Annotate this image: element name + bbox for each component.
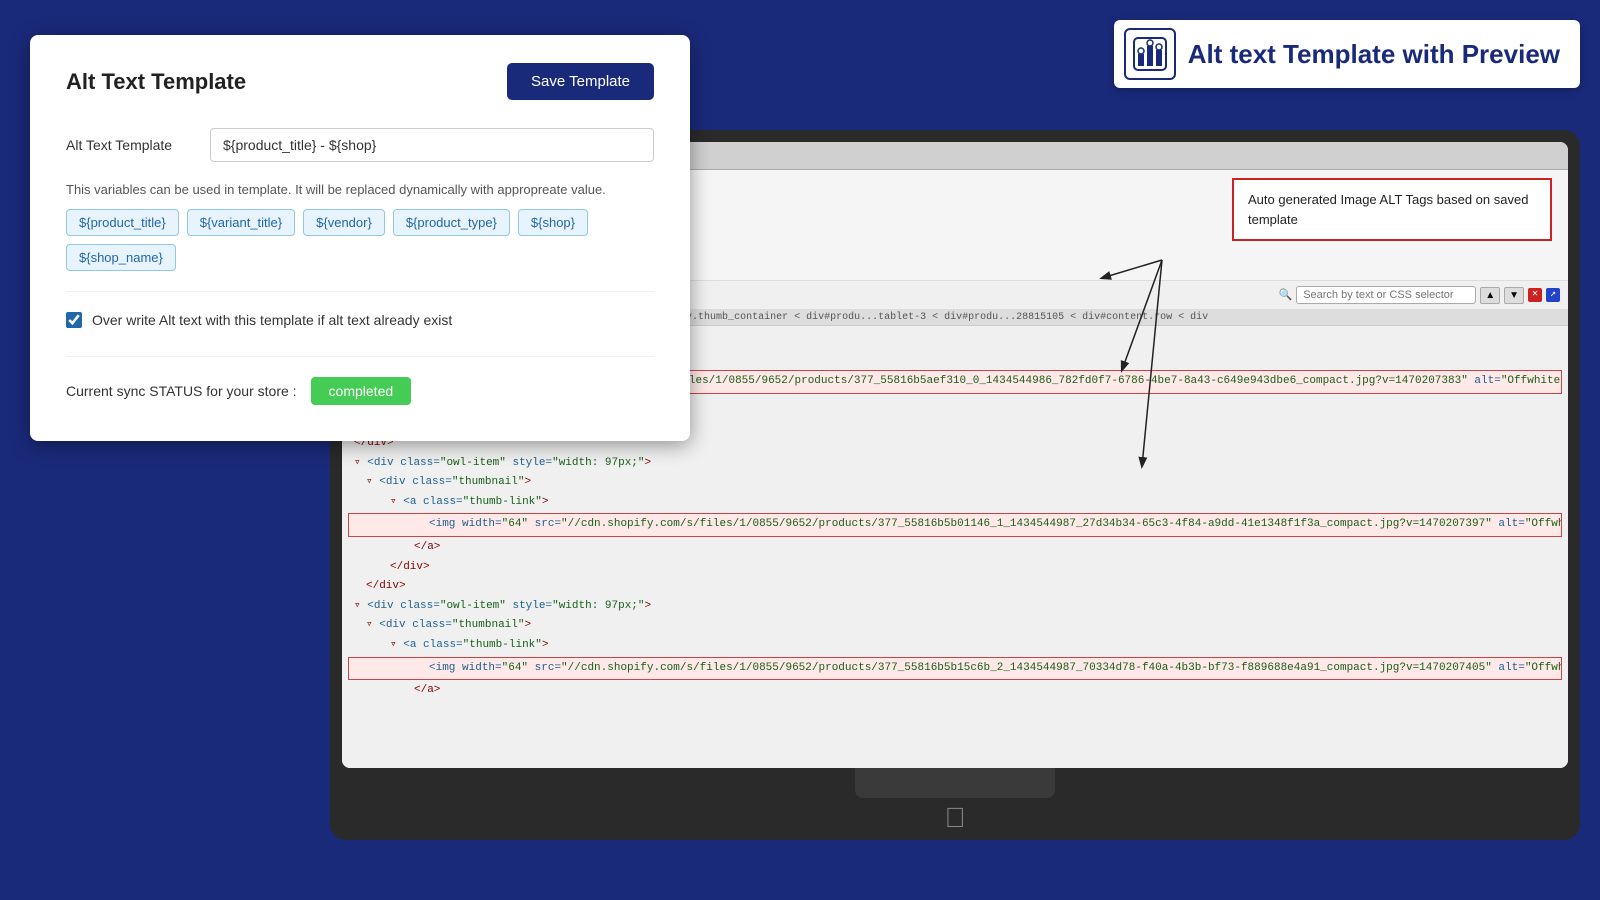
panel-title: Alt Text Template (66, 69, 246, 95)
header-bar: Alt text Template with Preview (1114, 20, 1580, 88)
code-line-7: ▿ <div class="thumbnail"> (342, 473, 1568, 493)
alt-text-field-label: Alt Text Template (66, 137, 196, 153)
code-line-11: </div> (342, 577, 1568, 597)
chart-icon (1132, 36, 1168, 72)
code-line-10: </div> (342, 558, 1568, 578)
code-line-8: ▿ <a class="thumb-link"> (342, 493, 1568, 513)
devtools-expand-icon[interactable]: ↗ (1546, 288, 1560, 302)
divider (66, 291, 654, 292)
callout-box: Auto generated Image ALT Tags based on s… (1232, 178, 1552, 241)
code-line-14: ▿ <a class="thumb-link"> (342, 636, 1568, 656)
header-title: Alt text Template with Preview (1188, 39, 1560, 70)
devtools-search-up[interactable]: ▲ (1480, 287, 1500, 304)
code-line-6: ▿ <div class="owl-item" style="width: 97… (342, 454, 1568, 474)
variables-section: This variables can be used in template. … (66, 182, 654, 271)
overwrite-checkbox[interactable] (66, 312, 82, 328)
app-icon-box (1124, 28, 1176, 80)
panel-header: Alt Text Template Save Template (66, 63, 654, 100)
panel-card: Alt Text Template Save Template Alt Text… (30, 35, 690, 441)
callout-text: Auto generated Image ALT Tags based on s… (1248, 192, 1528, 227)
apple-logo:  (342, 802, 1568, 834)
status-label: Current sync STATUS for your store : (66, 383, 297, 399)
variables-description: This variables can be used in template. … (66, 182, 654, 197)
devtools-search-down[interactable]: ▼ (1504, 287, 1524, 304)
devtools-search-input[interactable] (1296, 286, 1476, 304)
variable-tags-container: ${product_title} ${variant_title} ${vend… (66, 209, 654, 271)
code-line-9: </a> (342, 538, 1568, 558)
highlighted-alt-tag-3: <img width="64" src="//cdn.shopify.com/s… (348, 657, 1562, 681)
save-template-button[interactable]: Save Template (507, 63, 654, 100)
var-tag-variant-title[interactable]: ${variant_title} (187, 209, 295, 236)
status-row: Current sync STATUS for your store : com… (66, 377, 654, 405)
var-tag-product-title[interactable]: ${product_title} (66, 209, 179, 236)
monitor-stand (855, 768, 1055, 798)
overwrite-checkbox-row: Over write Alt text with this template i… (66, 312, 654, 328)
code-line-12: ▿ <div class="owl-item" style="width: 97… (342, 597, 1568, 617)
alt-text-field-row: Alt Text Template (66, 128, 654, 162)
devtools-search-area: 🔍 ▲ ▼ ✕ ↗ (1278, 281, 1560, 309)
search-icon: 🔍 (1278, 288, 1292, 302)
var-tag-shop-name[interactable]: ${shop_name} (66, 244, 176, 271)
overwrite-checkbox-label: Over write Alt text with this template i… (92, 312, 452, 328)
var-tag-product-type[interactable]: ${product_type} (393, 209, 510, 236)
devtools-close-icon[interactable]: ✕ (1528, 288, 1542, 302)
code-line-13: ▿ <div class="thumbnail"> (342, 616, 1568, 636)
highlighted-alt-tag-2: <img width="64" src="//cdn.shopify.com/s… (348, 513, 1562, 537)
status-badge: completed (311, 377, 412, 405)
var-tag-vendor[interactable]: ${vendor} (303, 209, 385, 236)
alt-text-template-input[interactable] (210, 128, 654, 162)
code-line-15: </a> (342, 681, 1568, 701)
divider-2 (66, 356, 654, 357)
var-tag-shop[interactable]: ${shop} (518, 209, 588, 236)
